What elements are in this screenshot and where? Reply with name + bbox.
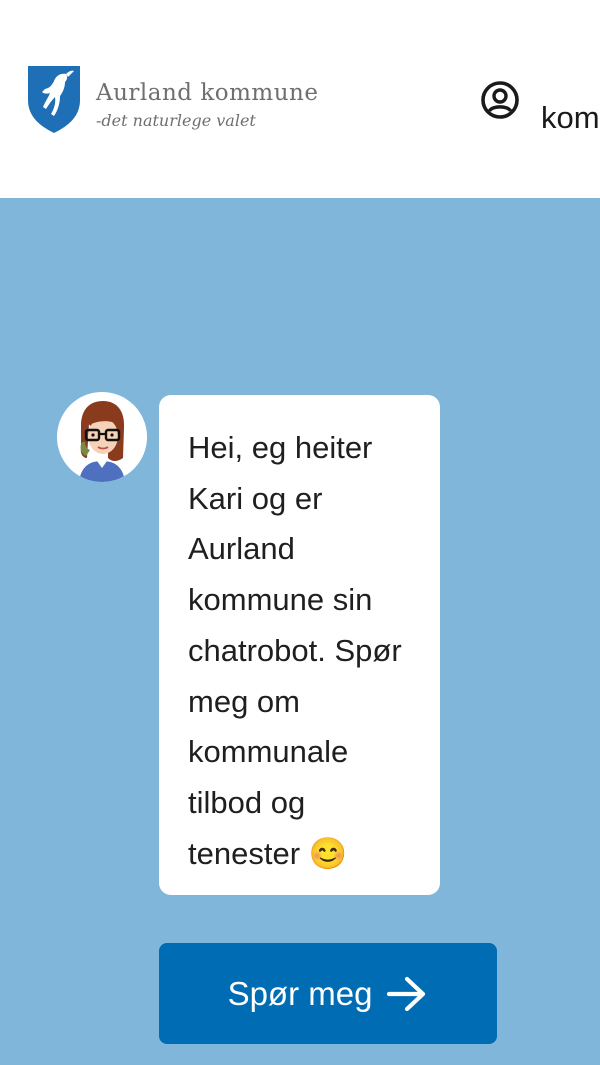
kari-avatar-icon [57, 392, 147, 482]
header-link-kommune[interactable]: kom [541, 100, 600, 136]
logo-tagline: -det naturlege valet [96, 111, 256, 130]
user-circle-icon [481, 81, 519, 119]
arrow-right-icon [387, 976, 426, 1011]
chatbot-avatar [57, 392, 147, 482]
ask-me-button-label: Spør meg [227, 974, 373, 1012]
site-header: Aurland kommune -det naturlege valet kom [0, 0, 600, 198]
home-logo-link[interactable]: Aurland kommune -det naturlege valet [26, 64, 346, 136]
chat-message-text: Hei, eg heiter Kari og er Aurland kommun… [188, 430, 402, 871]
chat-message-bubble: Hei, eg heiter Kari og er Aurland kommun… [159, 395, 440, 895]
logo-name: Aurland kommune [96, 80, 319, 106]
page: Aurland kommune -det naturlege valet kom [0, 0, 600, 1065]
ask-me-button[interactable]: Spør meg [159, 943, 497, 1044]
goat-shield-icon [26, 64, 82, 134]
user-account-button[interactable] [479, 79, 521, 121]
